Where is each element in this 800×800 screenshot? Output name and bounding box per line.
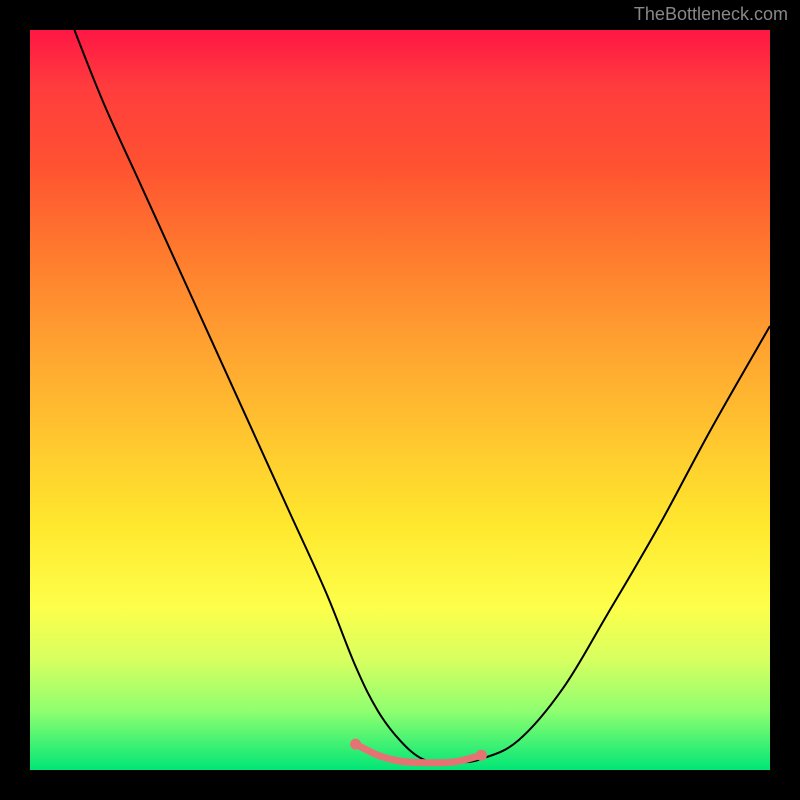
flat-highlight-dots bbox=[350, 739, 487, 761]
highlight-end-dot bbox=[350, 739, 361, 750]
highlight-end-dot bbox=[476, 750, 487, 761]
bottleneck-curve-path bbox=[74, 30, 770, 763]
gradient-plot-area bbox=[30, 30, 770, 770]
watermark-text: TheBottleneck.com bbox=[634, 4, 788, 25]
chart-svg bbox=[30, 30, 770, 770]
flat-highlight-path bbox=[356, 744, 482, 763]
